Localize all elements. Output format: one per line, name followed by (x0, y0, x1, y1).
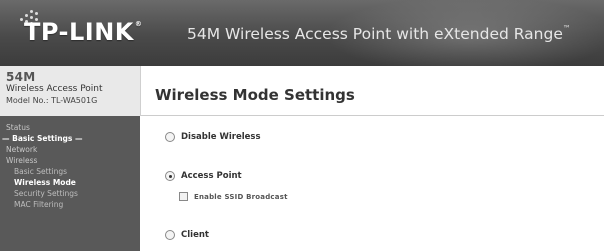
option-access-point[interactable]: Access Point (165, 171, 242, 181)
radio-client[interactable] (165, 230, 175, 240)
sidebar-item-status[interactable]: Status (0, 122, 140, 133)
page-title: Wireless Mode Settings (155, 86, 355, 104)
product-tagline: 54M Wireless Access Point with eXtended … (187, 24, 571, 43)
option-client[interactable]: Client (165, 230, 209, 240)
main-content: Wireless Mode Settings Disable Wireless … (141, 66, 604, 251)
label-disable-wireless: Disable Wireless (181, 132, 261, 142)
product-model: 54M (6, 70, 36, 84)
title-divider (141, 115, 604, 116)
label-enable-ssid-broadcast: Enable SSID Broadcast (194, 192, 288, 201)
product-model-number: Model No.: TL-WA501G (6, 96, 98, 105)
label-access-point: Access Point (181, 171, 242, 181)
header-banner: TP-LINK® 54M Wireless Access Point with … (0, 0, 604, 66)
option-disable-wireless[interactable]: Disable Wireless (165, 132, 261, 142)
sidebar-menu: Status — Basic Settings — Network Wirele… (0, 122, 140, 210)
sidebar: 54M Wireless Access Point Model No.: TL-… (0, 66, 141, 251)
brand-logo: TP-LINK® (24, 18, 142, 46)
product-name: Wireless Access Point (6, 84, 103, 94)
brand-registered-mark: ® (134, 20, 143, 28)
sidebar-item-wireless[interactable]: Wireless (0, 155, 140, 166)
label-client: Client (181, 230, 209, 240)
tagline-trademark: ™ (562, 24, 571, 33)
sidebar-section-basic-settings: — Basic Settings — (2, 134, 83, 143)
sidebar-item-wireless-mode[interactable]: Wireless Mode (0, 177, 140, 188)
radio-access-point[interactable] (165, 171, 175, 181)
brand-name: TP-LINK (24, 18, 134, 46)
sidebar-item-network[interactable]: Network (0, 144, 140, 155)
sidebar-item-mac-filtering[interactable]: MAC Filtering (0, 199, 140, 210)
sidebar-item-basic-settings[interactable]: Basic Settings (0, 166, 140, 177)
radio-disable-wireless[interactable] (165, 132, 175, 142)
checkbox-enable-ssid-broadcast[interactable] (179, 192, 188, 201)
sidebar-item-security-settings[interactable]: Security Settings (0, 188, 140, 199)
product-info-box: 54M Wireless Access Point Model No.: TL-… (0, 66, 141, 116)
tagline-text: 54M Wireless Access Point with eXtended … (187, 25, 563, 43)
option-enable-ssid-broadcast[interactable]: Enable SSID Broadcast (179, 192, 288, 201)
